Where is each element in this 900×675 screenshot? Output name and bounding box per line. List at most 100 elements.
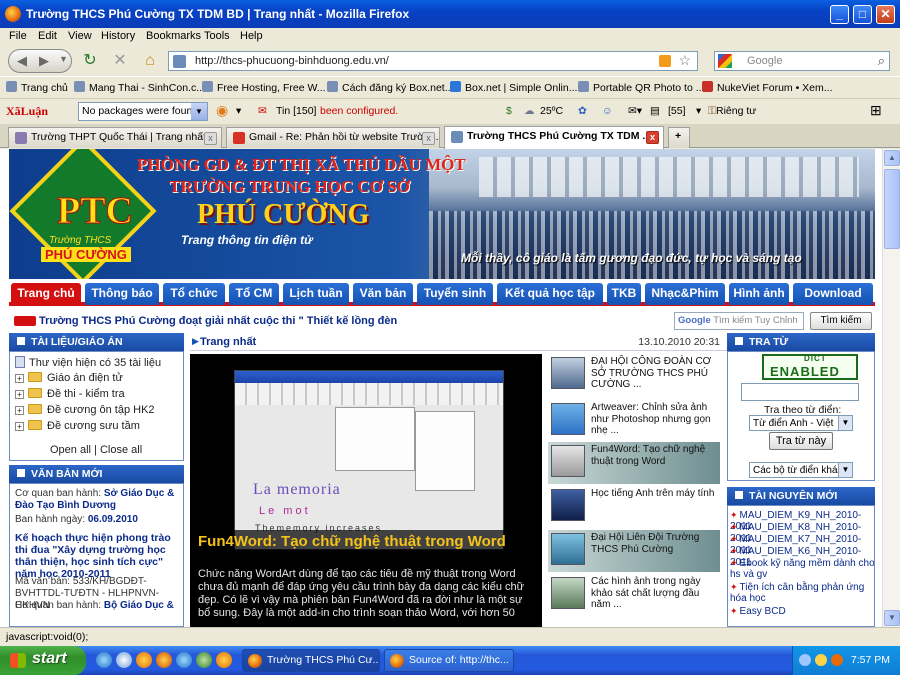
lock-icon[interactable]: ⚿ <box>708 105 716 118</box>
dictionary-word-input[interactable] <box>741 383 859 401</box>
chevron-down-icon[interactable]: ▼ <box>838 463 852 477</box>
news-ticker[interactable]: Trường THCS Phú Cường đoạt giải nhất cuộ… <box>39 315 397 327</box>
network-icon[interactable] <box>799 654 811 666</box>
chat-icon[interactable]: ☺ <box>602 105 613 117</box>
news-icon[interactable]: ✉ <box>258 105 267 117</box>
weather-temp[interactable]: 25ºC <box>540 105 563 117</box>
firefox-quicklaunch-icon-2[interactable] <box>156 652 172 668</box>
firefox-quicklaunch-icon[interactable] <box>136 652 152 668</box>
article-title[interactable]: Các hình ảnh trong ngày khảo sát chất lư… <box>591 576 719 611</box>
bookmark-item[interactable]: Trang chủ <box>6 81 68 94</box>
messenger-icon[interactable] <box>176 652 192 668</box>
search-bar[interactable]: Google ⌕ <box>714 51 890 71</box>
menu-file[interactable]: File <box>9 30 27 42</box>
feature-title[interactable]: Fun4Word: Tạo chữ nghệ thuật trong Word <box>198 534 528 550</box>
nav-organization[interactable]: Tổ chức <box>163 283 225 305</box>
nav-admissions[interactable]: Tuyển sinh <box>417 283 493 305</box>
menu-edit[interactable]: Edit <box>38 30 57 42</box>
rss-icon[interactable] <box>659 55 671 67</box>
add-icon[interactable]: ⊞ <box>870 102 882 119</box>
breadcrumb-label[interactable]: Trang nhất <box>200 336 256 348</box>
bookmark-item[interactable]: Cách đăng ký Box.net... <box>327 81 453 94</box>
desktop-icon[interactable] <box>116 652 132 668</box>
mail-icon[interactable]: ✉▾ <box>628 105 642 117</box>
list-item[interactable]: Artweaver: Chỉnh sửa ảnh như Photoshop n… <box>548 400 720 442</box>
folder-item[interactable]: + Đề cương ôn tập HK2 <box>15 404 155 416</box>
news-count-label[interactable]: Tin [150] <box>276 105 316 117</box>
list-item[interactable]: Các hình ảnh trong ngày khảo sát chất lư… <box>548 574 720 616</box>
list-item[interactable]: ĐẠI HỘI CÔNG ĐOÀN CƠ SỞ TRƯỜNG THCS PHÚ … <box>548 354 720 396</box>
forward-icon[interactable]: ▶ <box>39 53 49 69</box>
nav-documents[interactable]: Văn bản <box>353 283 413 305</box>
taskbar-item-source[interactable]: Source of: http://thc... <box>384 649 514 672</box>
open-all-link[interactable]: Open all <box>50 444 91 456</box>
list-item-active[interactable]: Fun4Word: Tạo chữ nghệ thuật trong Word <box>548 442 720 484</box>
resource-item[interactable]: ✦ Easy BCD <box>730 606 874 617</box>
resource-item[interactable]: ✦ Ebook kỹ năng mềm dành cho hs và gv <box>730 558 874 580</box>
bookmark-item[interactable]: Box.net | Simple Onlin... <box>450 81 577 94</box>
new-tab-button[interactable]: + <box>668 127 690 148</box>
app-icon[interactable] <box>196 652 212 668</box>
site-search-input[interactable]: Google Tìm kiếm Tuy Chỉnh <box>674 312 804 330</box>
menu-view[interactable]: View <box>68 30 92 42</box>
nav-timetable[interactable]: TKB <box>607 283 641 305</box>
doc2-title[interactable]: Kế hoạch thực hiện phong trào thi đua "X… <box>15 532 180 580</box>
expand-icon[interactable]: + <box>15 374 24 383</box>
folder-item[interactable]: + Giáo án điện tử <box>15 372 123 384</box>
menu-help[interactable]: Help <box>240 30 263 42</box>
minimize-button[interactable]: _ <box>830 5 849 24</box>
private-menu[interactable]: Riêng tư <box>716 105 756 117</box>
close-all-link[interactable]: Close all <box>100 444 142 456</box>
page-scrollbar[interactable]: ▲ ▼ <box>882 149 900 627</box>
bookmark-item[interactable]: Mang Thai - SinhCon.c... <box>74 81 205 94</box>
chevron-down-icon[interactable]: ▼ <box>838 416 852 430</box>
weather-icon[interactable]: ☁ <box>524 105 535 117</box>
count-badge[interactable]: [55] <box>668 105 686 117</box>
nav-home[interactable]: Trang chủ <box>11 283 81 305</box>
site-search-button[interactable]: Tìm kiếm <box>810 312 872 330</box>
ie-icon[interactable] <box>96 652 112 668</box>
close-window-button[interactable]: ✕ <box>876 5 895 24</box>
search-placeholder[interactable]: Google <box>747 55 782 67</box>
messenger-tray-icon[interactable] <box>815 654 827 666</box>
nav-photos[interactable]: Hình ảnh <box>729 283 789 305</box>
bookmark-item[interactable]: NukeViet Forum • Xem... <box>702 81 833 94</box>
scroll-thumb[interactable] <box>884 169 900 249</box>
nav-results[interactable]: Kết quả học tập <box>497 283 603 305</box>
tab-gmail[interactable]: Gmail - Re: Phản hồi từ website Trường..… <box>226 127 440 148</box>
expand-icon[interactable]: + <box>15 390 24 399</box>
nav-announcements[interactable]: Thông báo <box>85 283 159 305</box>
stop-icon[interactable]: ✕ <box>110 51 130 71</box>
package-select[interactable]: No packages were found, ▼ <box>78 102 208 121</box>
nav-weekly-schedule[interactable]: Lịch tuần <box>283 283 349 305</box>
article-title[interactable]: Học tiếng Anh trên máy tính <box>591 488 719 500</box>
expand-icon[interactable]: + <box>15 422 24 431</box>
dictionary-select[interactable]: Từ điển Anh - Việt ▼ <box>749 415 853 431</box>
folder-item[interactable]: + Đề cương sưu tầm <box>15 420 140 432</box>
menu-bookmarks[interactable]: Bookmarks <box>146 30 201 42</box>
dollar-icon[interactable]: $ <box>506 105 512 117</box>
tab-phu-cuong[interactable]: Trường THCS Phú Cường TX TDM ... x <box>444 126 664 149</box>
menu-history[interactable]: History <box>101 30 135 42</box>
close-tab-icon[interactable]: x <box>422 132 435 145</box>
reload-icon[interactable]: ↻ <box>80 51 100 71</box>
start-button[interactable]: start <box>0 646 86 675</box>
folder-item[interactable]: + Đề thi - kiểm tra <box>15 388 125 400</box>
list-item[interactable]: Học tiếng Anh trên máy tính <box>548 486 720 528</box>
star-icon[interactable]: ☆ <box>678 52 691 69</box>
scroll-down-icon[interactable]: ▼ <box>884 610 900 626</box>
play-icon[interactable]: ◉ <box>216 102 228 119</box>
expand-icon[interactable]: + <box>15 406 24 415</box>
home-icon[interactable]: ⌂ <box>140 51 160 71</box>
article-title[interactable]: ĐẠI HỘI CÔNG ĐOÀN CƠ SỞ TRƯỜNG THCS PHÚ … <box>591 356 719 391</box>
bookmark-item[interactable]: Free Hosting, Free W... <box>202 81 326 94</box>
firefox-tray-icon[interactable] <box>831 654 843 666</box>
article-title[interactable]: Đại Hội Liên Đội Trường THCS Phú Cường <box>591 532 719 555</box>
firefox-quicklaunch-icon-3[interactable] <box>216 652 232 668</box>
article-title[interactable]: Artweaver: Chỉnh sửa ảnh như Photoshop n… <box>591 402 719 437</box>
tab-quoc-thai[interactable]: Trường THPT Quốc Thái | Trang nhất x <box>8 127 222 148</box>
xaluan-logo[interactable]: XãLuận <box>6 104 48 119</box>
dictionary-set-select[interactable]: Các bộ từ điển khác ▼ <box>749 462 853 478</box>
url-text[interactable]: http://thcs-phucuong-binhduong.edu.vn/ <box>195 55 389 67</box>
maximize-button[interactable]: □ <box>853 5 872 24</box>
